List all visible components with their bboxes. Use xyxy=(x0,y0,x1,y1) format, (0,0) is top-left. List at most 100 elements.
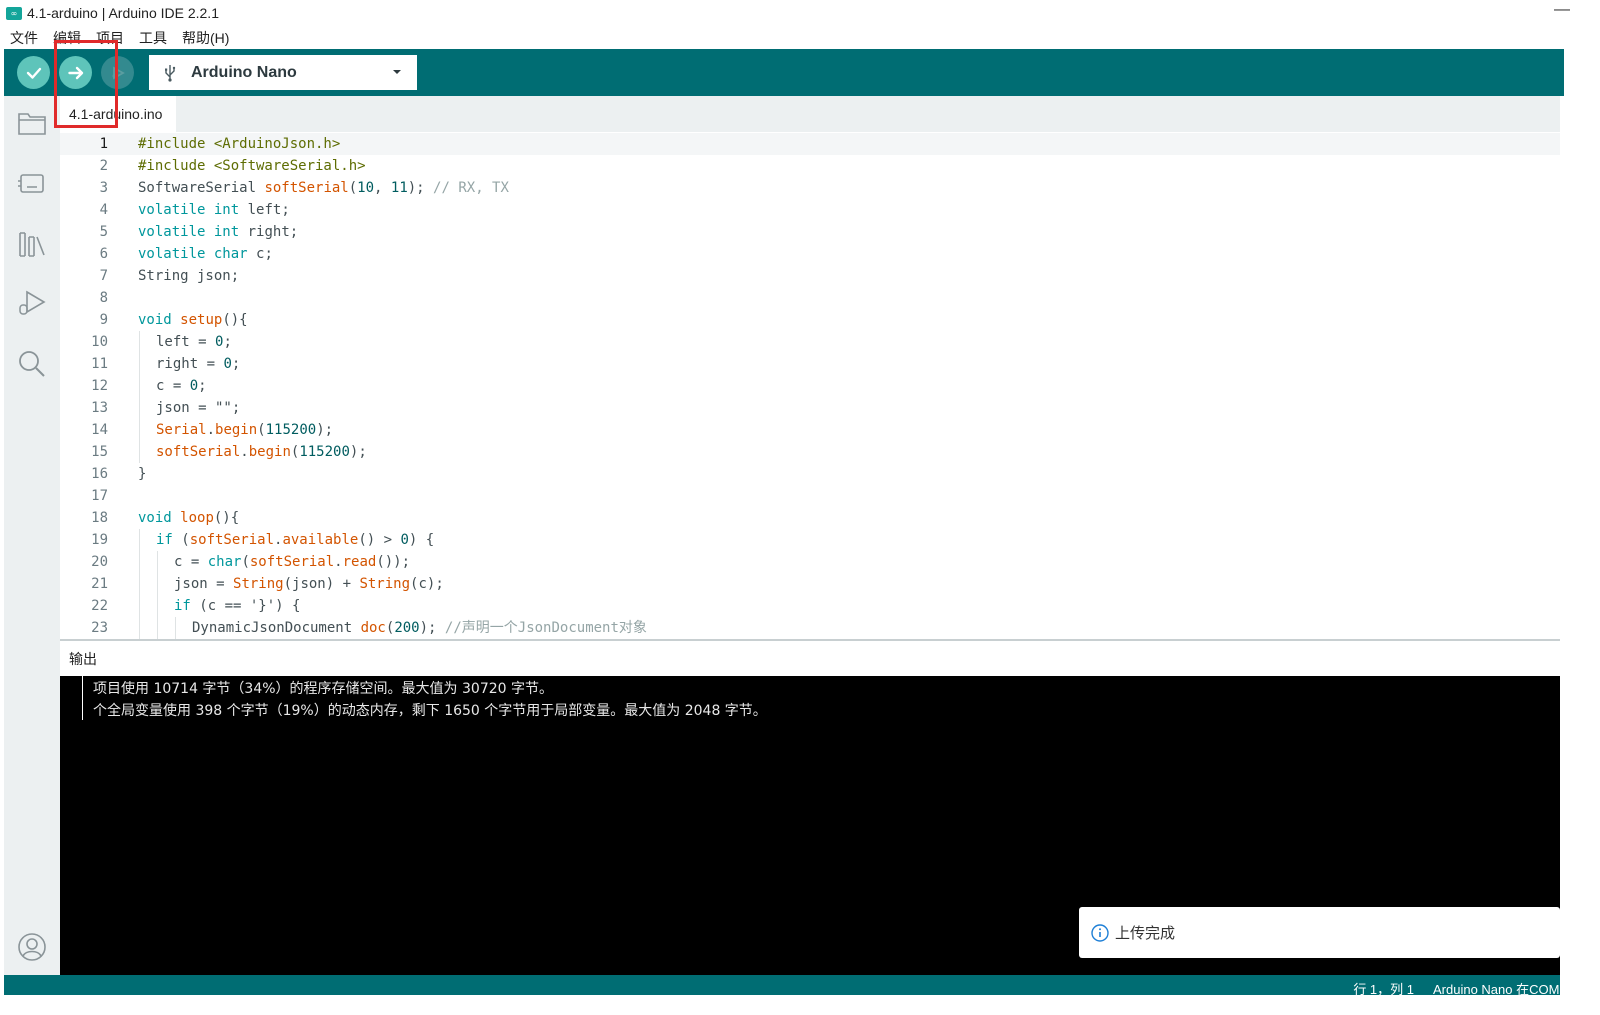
code-text: right = 0; xyxy=(156,356,241,372)
board-selector[interactable]: Arduino Nano xyxy=(149,55,417,90)
code-line[interactable]: 3 SoftwareSerial softSerial(10, 11); // R… xyxy=(60,177,1560,199)
debug-panel-icon[interactable] xyxy=(17,288,47,318)
board-name: Arduino Nano xyxy=(191,63,297,81)
cursor-position[interactable]: 行 1，列 1 xyxy=(1353,979,1414,998)
code-line[interactable]: 8 xyxy=(60,287,1560,309)
code-line[interactable]: 14 Serial.begin(115200); xyxy=(60,419,1560,441)
code-text: c = 0; xyxy=(156,378,207,394)
code-text: left = 0; xyxy=(156,334,232,350)
indent-guide xyxy=(139,441,140,463)
board-port-status[interactable]: Arduino Nano 在COM xyxy=(1433,979,1560,998)
code-line[interactable]: 5 volatile int right; xyxy=(60,221,1560,243)
indent-guide xyxy=(139,529,140,551)
indent-guide xyxy=(139,331,140,353)
line-number: 5 xyxy=(99,224,108,240)
code-text: void setup(){ xyxy=(138,312,248,328)
indent-guide xyxy=(157,551,158,573)
code-text: volatile int left; xyxy=(138,202,290,218)
code-line[interactable]: 6 volatile char c; xyxy=(60,243,1560,265)
code-text: if (c == '}') { xyxy=(174,598,301,614)
code-line[interactable]: 20 c = char(softSerial.read()); xyxy=(60,551,1560,573)
boards-manager-icon[interactable] xyxy=(17,168,47,198)
line-number: 14 xyxy=(91,422,108,438)
code-text: #include <ArduinoJson.h> xyxy=(138,136,341,152)
menu-file[interactable]: 文件 xyxy=(10,28,38,48)
code-editor[interactable]: 1 #include <ArduinoJson.h> 2 #include <Soft… xyxy=(60,132,1560,639)
code-text: json = ""; xyxy=(156,400,241,416)
code-text: json = String(json) + String(c); xyxy=(174,576,444,592)
line-number: 13 xyxy=(91,400,108,416)
code-line[interactable]: 1 #include <ArduinoJson.h> xyxy=(60,133,1560,155)
line-number: 6 xyxy=(99,246,108,262)
code-line[interactable]: 17 xyxy=(60,485,1560,507)
code-line[interactable]: 9 void setup(){ xyxy=(60,309,1560,331)
line-number: 3 xyxy=(99,180,108,196)
code-text: #include <SoftwareSerial.h> xyxy=(138,158,366,174)
code-line[interactable]: 18 void loop(){ xyxy=(60,507,1560,529)
code-line[interactable]: 16} xyxy=(60,463,1560,485)
usb-icon xyxy=(165,64,176,82)
code-line[interactable]: 2 #include <SoftwareSerial.h> xyxy=(60,155,1560,177)
line-number: 17 xyxy=(91,488,108,504)
line-number: 16 xyxy=(91,466,108,482)
line-number: 19 xyxy=(91,532,108,548)
indent-guide xyxy=(139,551,140,573)
code-line[interactable]: 4 volatile int left; xyxy=(60,199,1560,221)
indent-guide xyxy=(139,419,140,441)
code-text: DynamicJsonDocument doc(200); //声明一个Json… xyxy=(192,620,647,636)
output-panel-header: 输出 xyxy=(60,641,1560,676)
chevron-down-icon xyxy=(393,70,401,74)
code-line[interactable]: 7 String json; xyxy=(60,265,1560,287)
indent-guide xyxy=(139,375,140,397)
search-icon[interactable] xyxy=(17,349,47,379)
output-gutter-line xyxy=(82,676,83,720)
info-icon xyxy=(1091,923,1109,942)
code-line[interactable]: 21 json = String(json) + String(c); xyxy=(60,573,1560,595)
minimize-button[interactable]: — xyxy=(1554,1,1570,19)
code-text: String json; xyxy=(138,268,240,284)
line-number: 12 xyxy=(91,378,108,394)
line-number: 11 xyxy=(91,356,108,372)
code-line[interactable]: 22 if (c == '}') { xyxy=(60,595,1560,617)
line-number: 1 xyxy=(99,136,108,152)
indent-guide xyxy=(139,397,140,419)
toolbar: Arduino Nano xyxy=(4,49,1564,96)
arduino-logo-icon: ∞ xyxy=(6,6,22,20)
output-line: 个全局变量使用 398 个字节（19%）的动态内存，剩下 1650 个字节用于局… xyxy=(93,703,767,719)
sketchbook-folder-icon[interactable] xyxy=(17,108,47,138)
line-number: 7 xyxy=(99,268,108,284)
notification-text: 上传完成 xyxy=(1115,925,1176,942)
account-icon[interactable] xyxy=(17,932,47,962)
code-text: Serial.begin(115200); xyxy=(156,422,334,438)
code-line[interactable]: 11 right = 0; xyxy=(60,353,1560,375)
line-number: 22 xyxy=(91,598,108,614)
indent-guide xyxy=(157,617,158,639)
code-text: volatile char c; xyxy=(138,246,273,262)
code-line[interactable]: 13 json = ""; xyxy=(60,397,1560,419)
indent-guide xyxy=(139,617,140,639)
code-line[interactable]: 12 c = 0; xyxy=(60,375,1560,397)
line-number: 23 xyxy=(91,620,108,636)
menu-tools[interactable]: 工具 xyxy=(139,28,167,48)
upload-button-highlight xyxy=(54,40,118,128)
line-number: 15 xyxy=(91,444,108,460)
menu-bar: 文件 编辑 项目 工具 帮助(H) xyxy=(0,27,244,49)
verify-icon xyxy=(26,67,41,79)
code-text: if (softSerial.available() > 0) { xyxy=(156,532,435,548)
indent-guide xyxy=(175,617,176,639)
status-bar: 行 1，列 1 Arduino Nano 在COM xyxy=(4,975,1560,998)
line-number: 8 xyxy=(99,290,108,306)
library-manager-icon[interactable] xyxy=(17,229,47,259)
code-line[interactable]: 15 softSerial.begin(115200); xyxy=(60,441,1560,463)
code-line[interactable]: 19 if (softSerial.available() > 0) { xyxy=(60,529,1560,551)
menu-help[interactable]: 帮助(H) xyxy=(182,28,229,48)
code-line[interactable]: 10 left = 0; xyxy=(60,331,1560,353)
code-line[interactable]: 23 DynamicJsonDocument doc(200); //声明一个Js… xyxy=(60,617,1560,639)
line-number: 10 xyxy=(91,334,108,350)
output-line: 项目使用 10714 字节（34%）的程序存储空间。最大值为 30720 字节。 xyxy=(93,681,553,697)
tab-strip: 4.1-arduino.ino xyxy=(60,96,1560,132)
verify-button[interactable] xyxy=(17,56,50,89)
indent-guide xyxy=(139,353,140,375)
upload-complete-notification[interactable]: 上传完成 xyxy=(1079,907,1560,958)
line-number: 2 xyxy=(99,158,108,174)
